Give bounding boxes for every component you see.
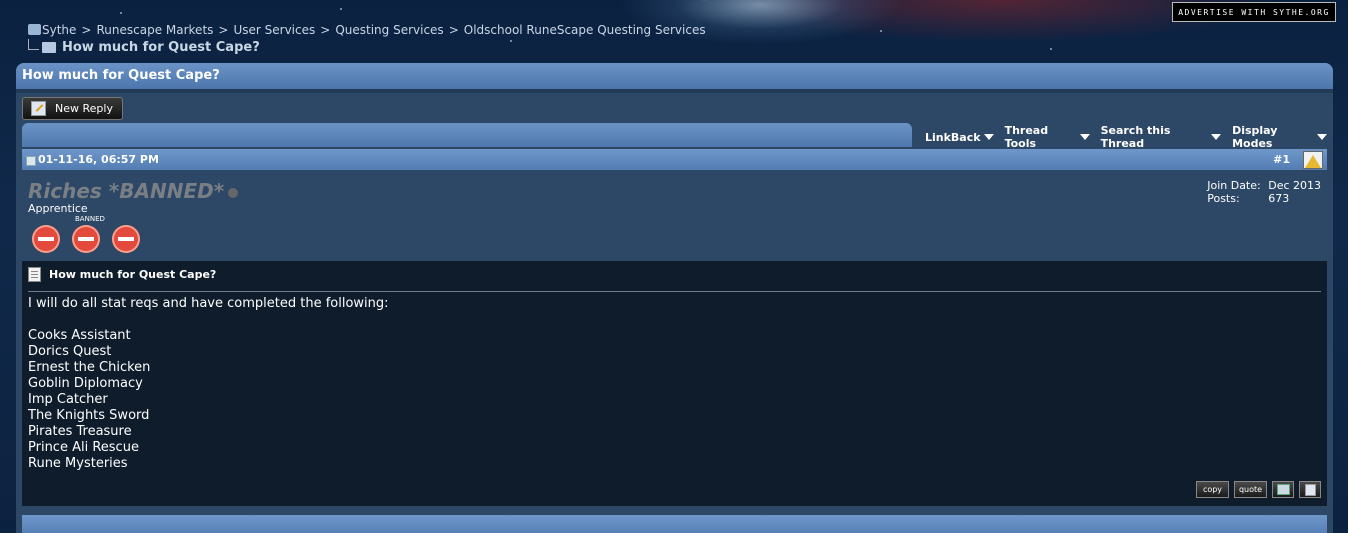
breadcrumb-separator: >: [81, 23, 92, 37]
linkback-menu[interactable]: LinkBack: [925, 131, 994, 144]
quest-item: Pirates Treasure: [28, 424, 132, 439]
quest-item: Cooks Assistant: [28, 328, 131, 343]
tree-branch-icon: [28, 39, 39, 50]
background-star: [510, 40, 512, 42]
chevron-down-icon: [1079, 134, 1090, 140]
display-modes-menu[interactable]: Display Modes: [1232, 124, 1327, 150]
post-status-icon: [26, 156, 36, 166]
banned-badge-label: BANNED: [75, 215, 105, 223]
chevron-down-icon: [983, 134, 994, 140]
banned-badge-icon: [72, 225, 100, 253]
username[interactable]: Riches *BANNED*: [28, 179, 224, 203]
posts-count: 673: [1268, 192, 1290, 205]
user-stats: Join Date: Dec 2013 Posts: 673: [1207, 179, 1321, 205]
copy-button[interactable]: copy: [1196, 481, 1229, 498]
post-message: I will do all stat reqs and have complet…: [28, 296, 389, 472]
join-date-label: Join Date:: [1207, 179, 1261, 192]
post-actions: copy quote: [1191, 481, 1321, 498]
posts-label: Posts:: [1207, 192, 1240, 205]
page-title: How much for Quest Cape?: [62, 40, 260, 55]
background-star: [340, 8, 342, 10]
quest-item: Imp Catcher: [28, 392, 108, 407]
breadcrumb-separator: >: [320, 23, 331, 37]
advertise-link[interactable]: Advertise with Sythe.org: [1172, 2, 1336, 22]
background-star: [120, 12, 122, 14]
background-star-streak: [700, 0, 822, 3]
ip-lookup-button[interactable]: [1272, 481, 1294, 498]
post-divider: [28, 291, 1321, 292]
quest-item: Dorics Quest: [28, 344, 112, 359]
tools-bar-tab: [22, 123, 912, 147]
breadcrumb-separator: >: [218, 23, 229, 37]
thread-container: How much for Quest Cape? New Reply LinkB…: [16, 63, 1333, 533]
ip-icon: [1276, 484, 1290, 495]
post-header: 01-11-16, 06:57 PM #1: [22, 149, 1327, 170]
quest-item: The Knights Sword: [28, 408, 150, 423]
thread-tools-bar: LinkBack Thread Tools Search this Thread…: [22, 123, 1327, 150]
breadcrumb-questing-services[interactable]: Questing Services: [335, 23, 443, 37]
chevron-down-icon: [1317, 134, 1327, 140]
breadcrumb-user-services[interactable]: User Services: [233, 23, 315, 37]
offline-status-icon: [228, 188, 238, 198]
report-post-button[interactable]: [1303, 151, 1323, 169]
breadcrumb-sythe[interactable]: Sythe: [42, 23, 76, 37]
quest-item: Rune Mysteries: [28, 456, 128, 471]
join-date-value: Dec 2013: [1268, 179, 1321, 192]
edit-post-button[interactable]: [1299, 481, 1321, 498]
quest-item: Goblin Diplomacy: [28, 376, 143, 391]
edit-icon: [1304, 483, 1316, 496]
home-icon[interactable]: [28, 24, 41, 35]
user-info: Riches *BANNED* Apprentice BANNED Join D…: [22, 172, 1327, 260]
post-page-icon: [28, 267, 41, 282]
new-reply-pencil-icon: [31, 101, 46, 116]
header-divider: [16, 89, 1333, 93]
quest-item: Prince Ali Rescue: [28, 440, 139, 455]
breadcrumb-oldschool-questing[interactable]: Oldschool RuneScape Questing Services: [464, 23, 706, 37]
search-thread-label: Search this Thread: [1100, 124, 1171, 150]
search-thread-menu[interactable]: Search this Thread: [1100, 124, 1222, 150]
quest-item: Ernest the Chicken: [28, 360, 151, 375]
display-modes-label: Display Modes: [1232, 124, 1278, 150]
message-intro: I will do all stat reqs and have complet…: [28, 296, 389, 311]
warning-icon: [1305, 155, 1321, 168]
post-body: How much for Quest Cape? I will do all s…: [22, 261, 1327, 506]
quote-button[interactable]: quote: [1234, 481, 1267, 498]
post-date: 01-11-16, 06:57 PM: [38, 153, 159, 166]
thread-title-header: How much for Quest Cape?: [16, 63, 1333, 89]
thread-tools-menu-button[interactable]: Thread Tools: [1005, 124, 1090, 150]
background-star: [1050, 48, 1052, 50]
post-title-row: How much for Quest Cape?: [28, 267, 216, 282]
chevron-down-icon: [1211, 134, 1222, 140]
background-star: [880, 30, 882, 32]
new-reply-label: New Reply: [55, 102, 113, 115]
breadcrumb-runescape-markets[interactable]: Runescape Markets: [96, 23, 213, 37]
post-title: How much for Quest Cape?: [49, 268, 217, 281]
linkback-label: LinkBack: [925, 130, 981, 144]
new-reply-button[interactable]: New Reply: [22, 97, 123, 120]
breadcrumb-current: How much for Quest Cape?: [28, 39, 260, 55]
folder-icon: [42, 42, 56, 53]
banned-badge-icon: [112, 225, 140, 253]
breadcrumb: Sythe > Runescape Markets > User Services > Qu…: [28, 23, 706, 37]
thread-tools-menu: LinkBack Thread Tools Search this Thread…: [914, 124, 1327, 150]
next-post-header: [22, 515, 1327, 533]
post-permalink[interactable]: #1: [1273, 153, 1290, 166]
user-title: Apprentice: [28, 202, 88, 215]
thread-tools-label: Thread Tools: [1004, 124, 1049, 150]
banned-badge-icon: [32, 225, 60, 253]
breadcrumb-separator: >: [448, 23, 459, 37]
